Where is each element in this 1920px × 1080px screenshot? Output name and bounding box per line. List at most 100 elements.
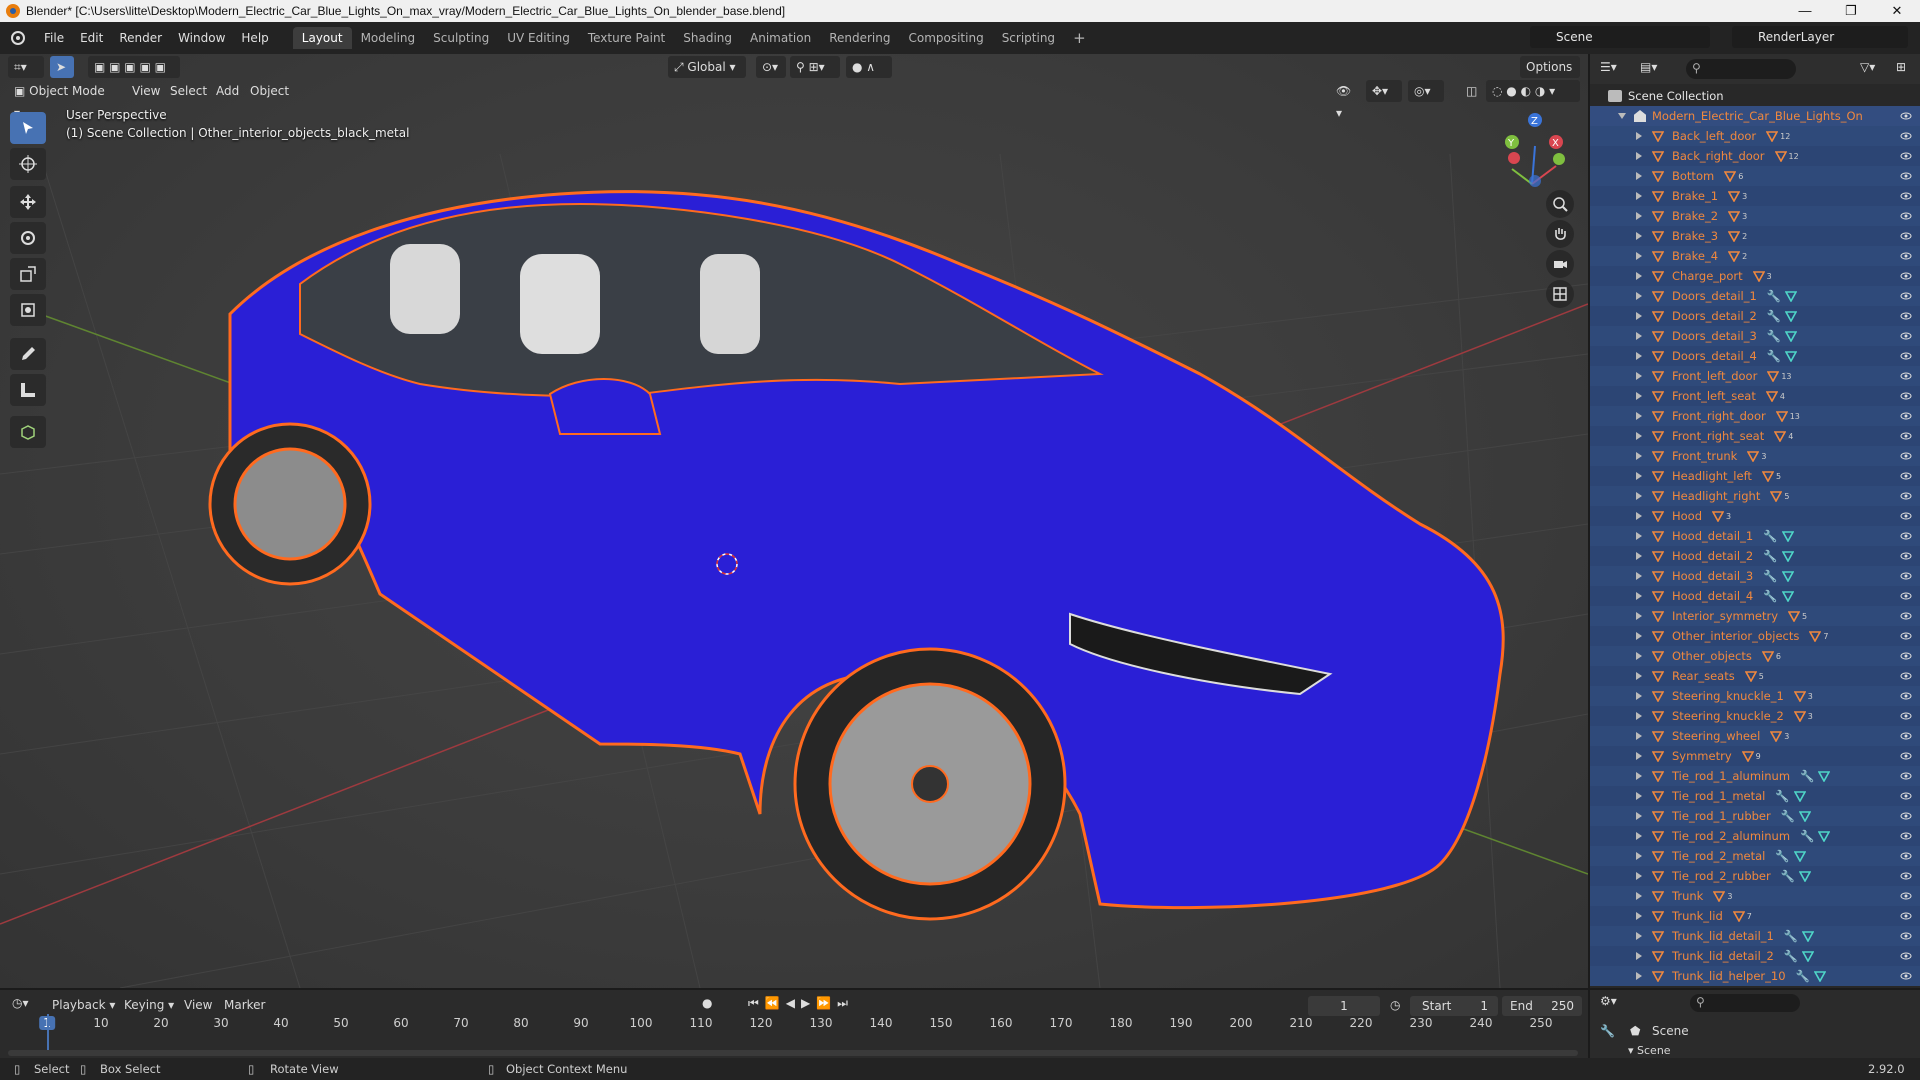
modifier-data-icon[interactable] bbox=[1774, 150, 1787, 162]
eye-icon[interactable] bbox=[1900, 210, 1912, 222]
expand-arrow-icon[interactable] bbox=[1636, 832, 1642, 840]
selection-mode-buttons[interactable]: ▣ ▣ ▣ ▣ ▣ bbox=[88, 56, 180, 78]
modifier-data-icon[interactable] bbox=[1766, 130, 1779, 142]
mesh-data-icon[interactable] bbox=[1793, 850, 1806, 862]
eye-icon[interactable] bbox=[1900, 350, 1912, 362]
expand-arrow-icon[interactable] bbox=[1636, 752, 1642, 760]
eye-icon[interactable] bbox=[1900, 930, 1912, 942]
add-workspace-icon[interactable]: + bbox=[1064, 27, 1095, 49]
wrench-icon[interactable]: 🔧 bbox=[1784, 949, 1798, 963]
eye-icon[interactable] bbox=[1900, 570, 1912, 582]
scene-section-header[interactable]: ▾ Scene bbox=[1628, 1044, 1671, 1057]
eye-icon[interactable] bbox=[1900, 410, 1912, 422]
collapse-arrow-icon[interactable] bbox=[1618, 113, 1626, 119]
editor-type-button[interactable]: ⌗▾ bbox=[8, 56, 44, 78]
modifier-data-icon[interactable] bbox=[1747, 450, 1760, 462]
3d-viewport[interactable]: Z X Y ⌗▾ ➤ ▣ ▣ ▣ ▣ ▣ ⤢ Global ▾ ⊙▾ ⚲ ⊞▾ … bbox=[0, 54, 1588, 988]
eye-icon[interactable] bbox=[1900, 150, 1912, 162]
expand-arrow-icon[interactable] bbox=[1636, 592, 1642, 600]
expand-arrow-icon[interactable] bbox=[1636, 572, 1642, 580]
filter-icon[interactable]: ▽▾ bbox=[1860, 60, 1875, 74]
outliner-panel[interactable]: ☰▾ ▤▾ ⚲ ▽▾ ⊞ Scene Collection Modern_Ele… bbox=[1588, 54, 1920, 988]
outliner-item[interactable]: Doors_detail_4 🔧 bbox=[1590, 346, 1920, 366]
properties-panel[interactable]: ⚙▾ ⚲ 🔧 ⬟ Scene ▾ Scene bbox=[1588, 988, 1920, 1058]
timeline-menu-marker[interactable]: Marker bbox=[224, 998, 265, 1012]
wrench-icon[interactable]: 🔧 bbox=[1781, 869, 1795, 883]
eye-icon[interactable] bbox=[1900, 950, 1912, 962]
modifier-data-icon[interactable] bbox=[1793, 710, 1806, 722]
modifier-data-icon[interactable] bbox=[1728, 190, 1741, 202]
menu-file[interactable]: File bbox=[36, 22, 72, 54]
outliner-item[interactable]: Hood_detail_4 🔧 bbox=[1590, 586, 1920, 606]
transform-orientation-dropdown[interactable]: ⤢ Global ▾ bbox=[668, 56, 746, 78]
expand-arrow-icon[interactable] bbox=[1636, 772, 1642, 780]
outliner-item[interactable]: Brake_4 2 bbox=[1590, 246, 1920, 266]
outliner-item[interactable]: Symmetry 9 bbox=[1590, 746, 1920, 766]
wrench-icon[interactable]: 🔧 bbox=[1767, 349, 1781, 363]
outliner-item[interactable]: Rear_seats 5 bbox=[1590, 666, 1920, 686]
expand-arrow-icon[interactable] bbox=[1636, 552, 1642, 560]
eye-icon[interactable] bbox=[1900, 710, 1912, 722]
record-button[interactable]: ● bbox=[702, 996, 712, 1010]
proportional-edit-button[interactable]: ● ∧ bbox=[846, 56, 892, 78]
modifier-data-icon[interactable] bbox=[1774, 430, 1787, 442]
cursor-tool[interactable] bbox=[10, 148, 46, 180]
scale-tool[interactable] bbox=[10, 258, 46, 290]
eye-icon[interactable] bbox=[1900, 290, 1912, 302]
modifier-data-icon[interactable] bbox=[1713, 890, 1726, 902]
menu-edit[interactable]: Edit bbox=[72, 22, 111, 54]
modifier-data-icon[interactable] bbox=[1752, 270, 1765, 282]
outliner-item[interactable]: Charge_port 3 bbox=[1590, 266, 1920, 286]
properties-editor-icon[interactable]: ⚙▾ bbox=[1600, 994, 1617, 1008]
expand-arrow-icon[interactable] bbox=[1636, 732, 1642, 740]
shading-mode-buttons[interactable]: ◌ ● ◐ ◑ ▾ bbox=[1486, 80, 1580, 102]
mesh-data-icon[interactable] bbox=[1793, 790, 1806, 802]
eye-icon[interactable] bbox=[1900, 770, 1912, 782]
eye-icon[interactable] bbox=[1900, 490, 1912, 502]
tab-scripting[interactable]: Scripting bbox=[993, 27, 1064, 49]
transform-tool[interactable] bbox=[10, 294, 46, 326]
modifier-data-icon[interactable] bbox=[1728, 250, 1741, 262]
pan-hand-icon[interactable] bbox=[1546, 220, 1574, 248]
camera-view-icon[interactable] bbox=[1546, 250, 1574, 278]
view-layer-selector[interactable]: RenderLayer bbox=[1732, 26, 1908, 48]
eye-icon[interactable] bbox=[1900, 730, 1912, 742]
outliner-editor-icon[interactable]: ☰▾ bbox=[1600, 60, 1617, 74]
expand-arrow-icon[interactable] bbox=[1636, 852, 1642, 860]
tab-sculpting[interactable]: Sculpting bbox=[424, 27, 498, 49]
outliner-item[interactable]: Steering_knuckle_1 3 bbox=[1590, 686, 1920, 706]
properties-search-input[interactable]: ⚲ bbox=[1690, 994, 1800, 1012]
mesh-data-icon[interactable] bbox=[1799, 810, 1812, 822]
eye-icon[interactable] bbox=[1900, 850, 1912, 862]
select-tool-button[interactable]: ➤ bbox=[50, 56, 74, 78]
outliner-item[interactable]: Tie_rod_2_metal 🔧 bbox=[1590, 846, 1920, 866]
expand-arrow-icon[interactable] bbox=[1636, 332, 1642, 340]
wrench-icon[interactable]: 🔧 bbox=[1784, 929, 1798, 943]
eye-icon[interactable] bbox=[1900, 670, 1912, 682]
move-tool[interactable] bbox=[10, 186, 46, 218]
eye-icon[interactable] bbox=[1900, 270, 1912, 282]
outliner-item[interactable]: Hood_detail_1 🔧 bbox=[1590, 526, 1920, 546]
expand-arrow-icon[interactable] bbox=[1636, 132, 1642, 140]
outliner-item[interactable]: Other_objects 6 bbox=[1590, 646, 1920, 666]
tab-modeling[interactable]: Modeling bbox=[352, 27, 425, 49]
expand-arrow-icon[interactable] bbox=[1636, 432, 1642, 440]
eye-icon[interactable] bbox=[1900, 170, 1912, 182]
minimize-button[interactable]: — bbox=[1782, 0, 1828, 22]
outliner-item[interactable]: Trunk_lid_detail_2 🔧 bbox=[1590, 946, 1920, 966]
outliner-item[interactable]: Headlight_left 5 bbox=[1590, 466, 1920, 486]
expand-arrow-icon[interactable] bbox=[1636, 452, 1642, 460]
outliner-item[interactable]: Trunk_lid 7 bbox=[1590, 906, 1920, 926]
tab-shading[interactable]: Shading bbox=[674, 27, 741, 49]
playback-controls[interactable]: ⏮⏪◀▶⏩⏭ bbox=[748, 996, 854, 1011]
timeline-scrollbar[interactable] bbox=[8, 1050, 1578, 1056]
outliner-item[interactable]: Tie_rod_2_aluminum 🔧 bbox=[1590, 826, 1920, 846]
outliner-item[interactable]: Tie_rod_1_aluminum 🔧 bbox=[1590, 766, 1920, 786]
outliner-item[interactable]: Front_left_door 13 bbox=[1590, 366, 1920, 386]
outliner-item[interactable]: Tie_rod_1_rubber 🔧 bbox=[1590, 806, 1920, 826]
ortho-grid-icon[interactable] bbox=[1546, 280, 1574, 308]
expand-arrow-icon[interactable] bbox=[1636, 232, 1642, 240]
outliner-item[interactable]: Interior_symmetry 5 bbox=[1590, 606, 1920, 626]
eye-icon[interactable] bbox=[1900, 830, 1912, 842]
eye-icon[interactable] bbox=[1900, 250, 1912, 262]
